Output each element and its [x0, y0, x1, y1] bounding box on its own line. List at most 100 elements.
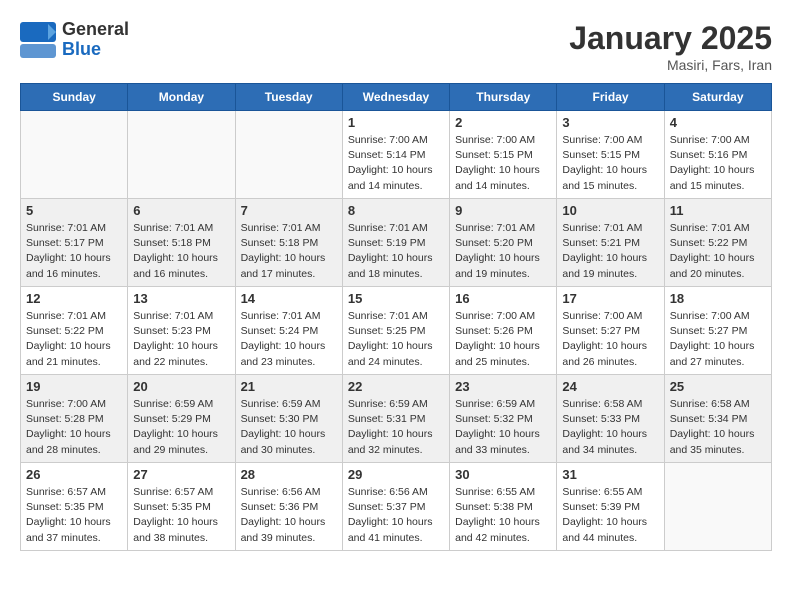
- day-number: 6: [133, 203, 229, 218]
- day-cell: 4 Sunrise: 7:00 AMSunset: 5:16 PMDaylight…: [664, 111, 771, 199]
- day-cell: 29Sunrise: 6:56 AMSunset: 5:37 PMDayligh…: [342, 463, 449, 551]
- day-number: 1: [348, 115, 444, 130]
- day-info: Sunrise: 7:00 AMSunset: 5:16 PMDaylight:…: [670, 133, 766, 194]
- day-number: 11: [670, 203, 766, 218]
- day-info: Sunrise: 6:58 AMSunset: 5:33 PMDaylight:…: [562, 397, 658, 458]
- day-number: 17: [562, 291, 658, 306]
- day-cell: 26 Sunrise: 6:57 AMSunset: 5:35 PMDayligh…: [21, 463, 128, 551]
- day-info: Sunrise: 6:56 AMSunset: 5:36 PMDaylight:…: [241, 485, 337, 546]
- day-cell: 12 Sunrise: 7:01 AMSunset: 5:22 PMDayligh…: [21, 287, 128, 375]
- day-info: Sunrise: 6:57 AMSunset: 5:35 PMDaylight:…: [26, 485, 122, 546]
- day-header-sunday: Sunday: [21, 84, 128, 111]
- day-cell: 20 Sunrise: 6:59 AMSunset: 5:29 PMDayligh…: [128, 375, 235, 463]
- page-header: General Blue January 2025 Masiri, Fars, …: [20, 20, 772, 73]
- day-info: Sunrise: 7:00 AMSunset: 5:27 PMDaylight:…: [562, 309, 658, 370]
- day-info: Sunrise: 7:00 AMSunset: 5:15 PMDaylight:…: [455, 133, 551, 194]
- day-number: 14: [241, 291, 337, 306]
- day-info: Sunrise: 6:55 AMSunset: 5:39 PMDaylight:…: [562, 485, 658, 546]
- day-number: 19: [26, 379, 122, 394]
- day-number: 8: [348, 203, 444, 218]
- day-cell: 31 Sunrise: 6:55 AMSunset: 5:39 PMDayligh…: [557, 463, 664, 551]
- week-row-4: 19Sunrise: 7:00 AMSunset: 5:28 PMDayligh…: [21, 375, 772, 463]
- day-cell: 6 Sunrise: 7:01 AMSunset: 5:18 PMDaylight…: [128, 199, 235, 287]
- day-cell: 10Sunrise: 7:01 AMSunset: 5:21 PMDayligh…: [557, 199, 664, 287]
- day-number: 12: [26, 291, 122, 306]
- day-cell: 30Sunrise: 6:55 AMSunset: 5:38 PMDayligh…: [450, 463, 557, 551]
- logo-icon: [20, 22, 56, 58]
- day-info: Sunrise: 7:01 AMSunset: 5:19 PMDaylight:…: [348, 221, 444, 282]
- day-cell: 18 Sunrise: 7:00 AMSunset: 5:27 PMDayligh…: [664, 287, 771, 375]
- day-cell: 28Sunrise: 6:56 AMSunset: 5:36 PMDayligh…: [235, 463, 342, 551]
- day-number: 29: [348, 467, 444, 482]
- day-cell: 17 Sunrise: 7:00 AMSunset: 5:27 PMDayligh…: [557, 287, 664, 375]
- day-cell: 27 Sunrise: 6:57 AMSunset: 5:35 PMDayligh…: [128, 463, 235, 551]
- day-header-thursday: Thursday: [450, 84, 557, 111]
- day-info: Sunrise: 7:00 AMSunset: 5:26 PMDaylight:…: [455, 309, 551, 370]
- day-cell: 21 Sunrise: 6:59 AMSunset: 5:30 PMDayligh…: [235, 375, 342, 463]
- day-cell: 11 Sunrise: 7:01 AMSunset: 5:22 PMDayligh…: [664, 199, 771, 287]
- day-header-friday: Friday: [557, 84, 664, 111]
- day-number: 2: [455, 115, 551, 130]
- day-number: 27: [133, 467, 229, 482]
- week-row-1: 1 Sunrise: 7:00 AMSunset: 5:14 PMDaylight…: [21, 111, 772, 199]
- day-number: 15: [348, 291, 444, 306]
- day-number: 25: [670, 379, 766, 394]
- day-header-saturday: Saturday: [664, 84, 771, 111]
- day-cell: 1 Sunrise: 7:00 AMSunset: 5:14 PMDaylight…: [342, 111, 449, 199]
- logo: General Blue: [20, 20, 129, 60]
- day-number: 5: [26, 203, 122, 218]
- day-cell: 15 Sunrise: 7:01 AMSunset: 5:25 PMDayligh…: [342, 287, 449, 375]
- day-cell: 5 Sunrise: 7:01 AMSunset: 5:17 PMDaylight…: [21, 199, 128, 287]
- month-title: January 2025: [569, 20, 772, 57]
- day-info: Sunrise: 7:01 AMSunset: 5:18 PMDaylight:…: [133, 221, 229, 282]
- week-row-2: 5 Sunrise: 7:01 AMSunset: 5:17 PMDaylight…: [21, 199, 772, 287]
- day-cell: 19Sunrise: 7:00 AMSunset: 5:28 PMDayligh…: [21, 375, 128, 463]
- day-cell: [128, 111, 235, 199]
- day-info: Sunrise: 7:00 AMSunset: 5:14 PMDaylight:…: [348, 133, 444, 194]
- day-cell: 7 Sunrise: 7:01 AMSunset: 5:18 PMDaylight…: [235, 199, 342, 287]
- day-info: Sunrise: 6:58 AMSunset: 5:34 PMDaylight:…: [670, 397, 766, 458]
- day-number: 7: [241, 203, 337, 218]
- day-info: Sunrise: 7:01 AMSunset: 5:25 PMDaylight:…: [348, 309, 444, 370]
- day-info: Sunrise: 7:01 AMSunset: 5:20 PMDaylight:…: [455, 221, 551, 282]
- day-number: 10: [562, 203, 658, 218]
- day-info: Sunrise: 6:57 AMSunset: 5:35 PMDaylight:…: [133, 485, 229, 546]
- calendar-table: SundayMondayTuesdayWednesdayThursdayFrid…: [20, 83, 772, 551]
- day-header-monday: Monday: [128, 84, 235, 111]
- logo-text: General Blue: [62, 20, 129, 60]
- day-cell: 3Sunrise: 7:00 AMSunset: 5:15 PMDaylight…: [557, 111, 664, 199]
- day-number: 20: [133, 379, 229, 394]
- day-header-tuesday: Tuesday: [235, 84, 342, 111]
- day-number: 22: [348, 379, 444, 394]
- day-number: 21: [241, 379, 337, 394]
- day-cell: 23 Sunrise: 6:59 AMSunset: 5:32 PMDayligh…: [450, 375, 557, 463]
- day-header-wednesday: Wednesday: [342, 84, 449, 111]
- day-info: Sunrise: 7:01 AMSunset: 5:22 PMDaylight:…: [670, 221, 766, 282]
- day-info: Sunrise: 6:59 AMSunset: 5:29 PMDaylight:…: [133, 397, 229, 458]
- day-info: Sunrise: 7:01 AMSunset: 5:23 PMDaylight:…: [133, 309, 229, 370]
- day-cell: 22Sunrise: 6:59 AMSunset: 5:31 PMDayligh…: [342, 375, 449, 463]
- day-cell: [664, 463, 771, 551]
- location: Masiri, Fars, Iran: [569, 57, 772, 73]
- day-number: 4: [670, 115, 766, 130]
- header-row: SundayMondayTuesdayWednesdayThursdayFrid…: [21, 84, 772, 111]
- day-number: 26: [26, 467, 122, 482]
- day-number: 3: [562, 115, 658, 130]
- day-info: Sunrise: 6:59 AMSunset: 5:32 PMDaylight:…: [455, 397, 551, 458]
- day-number: 18: [670, 291, 766, 306]
- day-cell: 8 Sunrise: 7:01 AMSunset: 5:19 PMDaylight…: [342, 199, 449, 287]
- day-info: Sunrise: 7:01 AMSunset: 5:17 PMDaylight:…: [26, 221, 122, 282]
- day-info: Sunrise: 7:00 AMSunset: 5:27 PMDaylight:…: [670, 309, 766, 370]
- day-cell: 14Sunrise: 7:01 AMSunset: 5:24 PMDayligh…: [235, 287, 342, 375]
- day-number: 31: [562, 467, 658, 482]
- day-cell: 9Sunrise: 7:01 AMSunset: 5:20 PMDaylight…: [450, 199, 557, 287]
- day-cell: [235, 111, 342, 199]
- day-number: 13: [133, 291, 229, 306]
- day-number: 23: [455, 379, 551, 394]
- day-info: Sunrise: 6:59 AMSunset: 5:30 PMDaylight:…: [241, 397, 337, 458]
- day-info: Sunrise: 7:01 AMSunset: 5:18 PMDaylight:…: [241, 221, 337, 282]
- day-info: Sunrise: 6:55 AMSunset: 5:38 PMDaylight:…: [455, 485, 551, 546]
- week-row-5: 26 Sunrise: 6:57 AMSunset: 5:35 PMDayligh…: [21, 463, 772, 551]
- day-cell: [21, 111, 128, 199]
- day-info: Sunrise: 7:01 AMSunset: 5:22 PMDaylight:…: [26, 309, 122, 370]
